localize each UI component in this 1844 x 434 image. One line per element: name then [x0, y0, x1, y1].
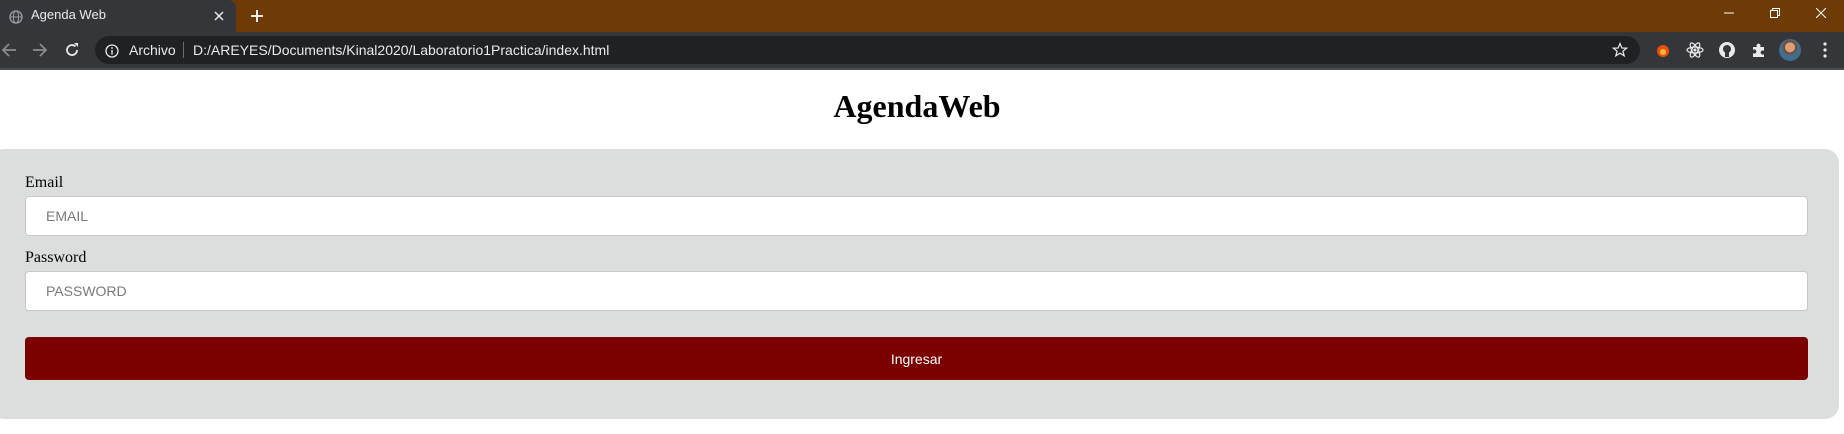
info-icon[interactable]: [105, 43, 119, 58]
new-tab-button[interactable]: [246, 5, 268, 27]
url-text[interactable]: D:/AREYES/Documents/Kinal2020/Laboratori…: [193, 42, 609, 58]
star-icon[interactable]: [1611, 41, 1629, 58]
password-field[interactable]: [25, 271, 1808, 311]
security-label: Archivo: [129, 42, 176, 58]
plus-icon: [251, 10, 263, 22]
browser-tab[interactable]: Agenda Web: [0, 0, 236, 32]
forward-arrow-icon[interactable]: [28, 38, 52, 62]
login-form: Email Password Ingresar: [0, 149, 1839, 419]
kebab-menu-icon[interactable]: [1815, 40, 1835, 60]
tab-title: Agenda Web: [31, 7, 106, 22]
address-bar[interactable]: Archivo D:/AREYES/Documents/Kinal2020/La…: [95, 36, 1640, 64]
browser-toolbar: Archivo D:/AREYES/Documents/Kinal2020/La…: [0, 32, 1844, 68]
github-icon[interactable]: [1717, 40, 1737, 60]
fox-extension-icon[interactable]: [1653, 40, 1673, 60]
profile-avatar[interactable]: [1779, 39, 1801, 61]
page-title: AgendaWeb: [833, 88, 1001, 124]
email-field[interactable]: [25, 196, 1808, 236]
close-tab-icon[interactable]: [210, 7, 228, 25]
restore-icon[interactable]: [1752, 0, 1798, 26]
close-window-icon[interactable]: [1798, 0, 1844, 26]
submit-button[interactable]: Ingresar: [25, 337, 1808, 380]
back-arrow-icon[interactable]: [0, 38, 21, 62]
page-content: AgendaWeb Email Password Ingresar: [0, 70, 1844, 434]
browser-titlebar: Agenda Web: [0, 0, 1844, 32]
globe-icon: [9, 9, 23, 24]
reload-icon[interactable]: [60, 38, 84, 62]
react-devtools-icon[interactable]: [1685, 40, 1705, 60]
address-separator: [183, 42, 184, 58]
email-label: Email: [25, 174, 64, 191]
password-label: Password: [25, 249, 87, 266]
minimize-icon[interactable]: [1706, 0, 1752, 26]
puzzle-icon[interactable]: [1749, 40, 1769, 60]
